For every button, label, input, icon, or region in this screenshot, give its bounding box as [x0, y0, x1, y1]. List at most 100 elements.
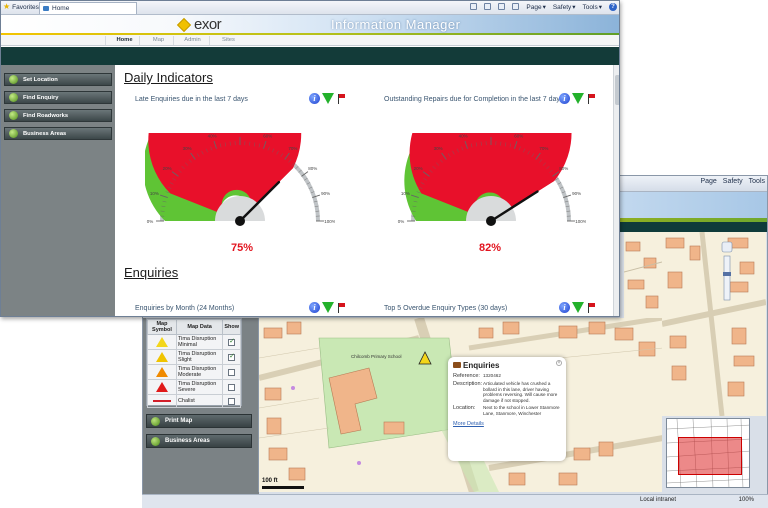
gauge2-tick-label: 50% — [486, 133, 495, 134]
header-dark-band — [1, 47, 619, 65]
green-down-arrow-icon[interactable] — [572, 302, 584, 313]
back-business-areas-label: Business Areas — [165, 438, 210, 444]
logo-text: exor — [194, 16, 222, 33]
favorites-button[interactable]: ★ Favorites — [3, 3, 39, 11]
red-flag-icon[interactable] — [586, 302, 596, 313]
map-legend-panel: Map Symbol Map Data Show Tima Disruption… — [146, 318, 242, 408]
gauge1-tick-label: 50% — [235, 133, 244, 134]
legend-label: Tima Disruption Minimal — [175, 334, 224, 350]
red-flag-icon[interactable] — [586, 93, 596, 104]
content-scrollbar[interactable] — [613, 65, 619, 316]
main-nav: Home Map Admin Sites — [1, 35, 619, 46]
back-business-areas-button[interactable]: Business Areas — [146, 434, 252, 448]
legend-show-checkbox[interactable] — [228, 337, 236, 346]
safety-menu[interactable]: Safety ▾ — [552, 3, 576, 12]
nav-map[interactable]: Map — [139, 36, 177, 45]
back-safety-menu[interactable]: Safety — [723, 178, 743, 185]
popup-location: Next to the school in Lower Stanmore Lan… — [483, 405, 560, 416]
legend-label: Tima Disruption Severe — [175, 379, 224, 395]
legend-header-show: Show — [222, 319, 241, 335]
print-map-button[interactable]: Print Map — [146, 414, 252, 428]
browser-toolbar: ★ Favorites Home Page ▾ Safety ▾ Tools ▾ ? — [1, 1, 619, 15]
status-zoom[interactable]: 100% — [739, 497, 754, 503]
legend-show-checkbox[interactable] — [228, 397, 236, 405]
green-down-arrow-icon[interactable] — [322, 93, 334, 104]
gauge1-label: Late Enquiries due in the last 7 days — [135, 96, 248, 103]
gauge1-tick-label: 70% — [288, 146, 297, 151]
popup-description: Articulated vehicle has crushed a bollar… — [483, 381, 558, 403]
app-banner — [1, 15, 619, 35]
browser-tab-home[interactable]: Home — [39, 2, 137, 14]
sidebar-set-location[interactable]: Set Location — [4, 73, 112, 86]
legend-row: Tima Disruption Slight — [147, 349, 241, 365]
gauge1-tick-label: 80% — [308, 166, 317, 171]
back-page-menu[interactable]: Page — [700, 178, 716, 185]
help-icon[interactable]: ? — [609, 3, 617, 11]
gauge2-tick-label: 70% — [539, 146, 548, 151]
legend-label: Chalist — [175, 394, 224, 408]
nav-sites[interactable]: Sites — [209, 36, 247, 45]
page-menu[interactable]: Page ▾ — [526, 3, 545, 12]
status-zone: Local intranet — [640, 497, 677, 503]
green-ball-icon — [9, 129, 18, 138]
legend-show-checkbox[interactable] — [228, 368, 236, 376]
more-details-link[interactable]: More Details — [453, 421, 561, 427]
back-tools-menu[interactable]: Tools — [749, 178, 765, 185]
gauge2-tick-label: 0% — [398, 219, 405, 224]
nav-home[interactable]: Home — [105, 36, 143, 45]
legend-show-checkbox[interactable] — [228, 383, 236, 391]
popup-reference: 1320462 — [483, 373, 501, 378]
gauge1-tick-label: 100% — [324, 219, 335, 224]
favorites-star-icon: ★ — [3, 2, 11, 11]
warning-slight-icon — [155, 352, 168, 362]
sidebar: Set Location Find Enquiry Find Roadworks… — [1, 65, 115, 316]
warning-moderate-icon — [155, 367, 168, 377]
green-down-arrow-icon[interactable] — [322, 302, 334, 313]
sidebar-find-roadworks[interactable]: Find Roadworks — [4, 109, 112, 122]
red-flag-icon[interactable] — [336, 93, 346, 104]
print-icon[interactable] — [512, 3, 520, 10]
info-icon[interactable]: i — [559, 302, 570, 313]
sidebar-find-enquiry[interactable]: Find Enquiry — [4, 91, 112, 104]
info-icon[interactable]: i — [559, 93, 570, 104]
gauge2-tick-label: 20% — [414, 166, 423, 171]
gauge2-needle-hub — [486, 216, 496, 226]
map-scale-bar — [262, 486, 304, 489]
legend-header-symbol: Map Symbol — [147, 319, 177, 335]
info-icon[interactable]: i — [309, 93, 320, 104]
top5-overdue-label: Top 5 Overdue Enquiry Types (30 days) — [384, 305, 508, 312]
safety-menu-label: Safety — [552, 3, 572, 11]
overview-viewport[interactable] — [678, 437, 742, 475]
mail-icon[interactable] — [498, 3, 506, 10]
map-right-strip[interactable] — [662, 232, 766, 416]
popup-reference-label: Reference: — [453, 373, 480, 379]
sidebar-business-areas[interactable]: Business Areas — [4, 127, 112, 140]
warning-minimal-icon — [155, 337, 168, 347]
exor-logo: exor — [176, 16, 222, 33]
gauge-outstanding-repairs: 0% 10% 20% 30% 40% 50% 60% 70% 80% 90% 100% — [398, 133, 586, 226]
home-icon[interactable] — [470, 3, 478, 10]
info-icon[interactable]: i — [309, 302, 320, 313]
sidebar-item-label: Business Areas — [23, 131, 67, 137]
gauge2-tick-label: 40% — [459, 133, 468, 138]
tools-menu[interactable]: Tools ▾ — [583, 3, 602, 12]
legend-show-checkbox[interactable] — [228, 352, 236, 361]
overview-map[interactable] — [666, 418, 750, 488]
gauge1-needle-hub — [235, 216, 245, 226]
browser-tools: Page ▾ Safety ▾ Tools ▾ ? — [470, 3, 617, 11]
scrollbar-thumb[interactable] — [615, 75, 619, 105]
gauge2-percent: 82% — [479, 242, 502, 254]
map-top-strip[interactable] — [624, 232, 662, 318]
red-flag-icon[interactable] — [336, 302, 346, 313]
nav-admin[interactable]: Admin — [173, 36, 211, 45]
map-top-strip-graphic — [624, 232, 662, 318]
chevron-down-icon: ▾ — [598, 4, 602, 11]
gauge1-tick-label: 60% — [263, 133, 272, 138]
gauge2-tick-label: 100% — [575, 219, 586, 224]
legend-row: Tima Disruption Severe — [147, 379, 241, 395]
green-down-arrow-icon[interactable] — [572, 93, 584, 104]
map-scale-label: 100 ft — [262, 478, 278, 484]
page-menu-label: Page — [526, 3, 542, 11]
legend-row: Tima Disruption Moderate — [147, 364, 241, 380]
feeds-icon[interactable] — [484, 3, 492, 10]
